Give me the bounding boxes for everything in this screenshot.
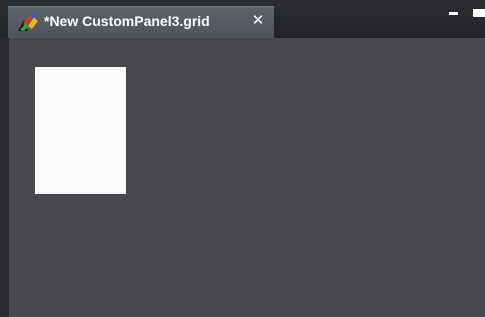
tab-title: *New CustomPanel3.grid (44, 13, 210, 29)
editor-window: *New CustomPanel3.grid ✕ (0, 0, 485, 317)
grid-editor-icon (17, 14, 39, 32)
maximize-icon[interactable] (473, 9, 485, 17)
custom-panel-component[interactable] (35, 67, 126, 194)
design-canvas[interactable] (9, 38, 485, 317)
tab-bar: *New CustomPanel3.grid ✕ (0, 0, 485, 38)
close-icon[interactable]: ✕ (248, 10, 268, 30)
window-controls (445, 6, 485, 20)
minimize-icon[interactable] (449, 12, 458, 15)
tab-custompanel3[interactable]: *New CustomPanel3.grid ✕ (8, 6, 274, 38)
